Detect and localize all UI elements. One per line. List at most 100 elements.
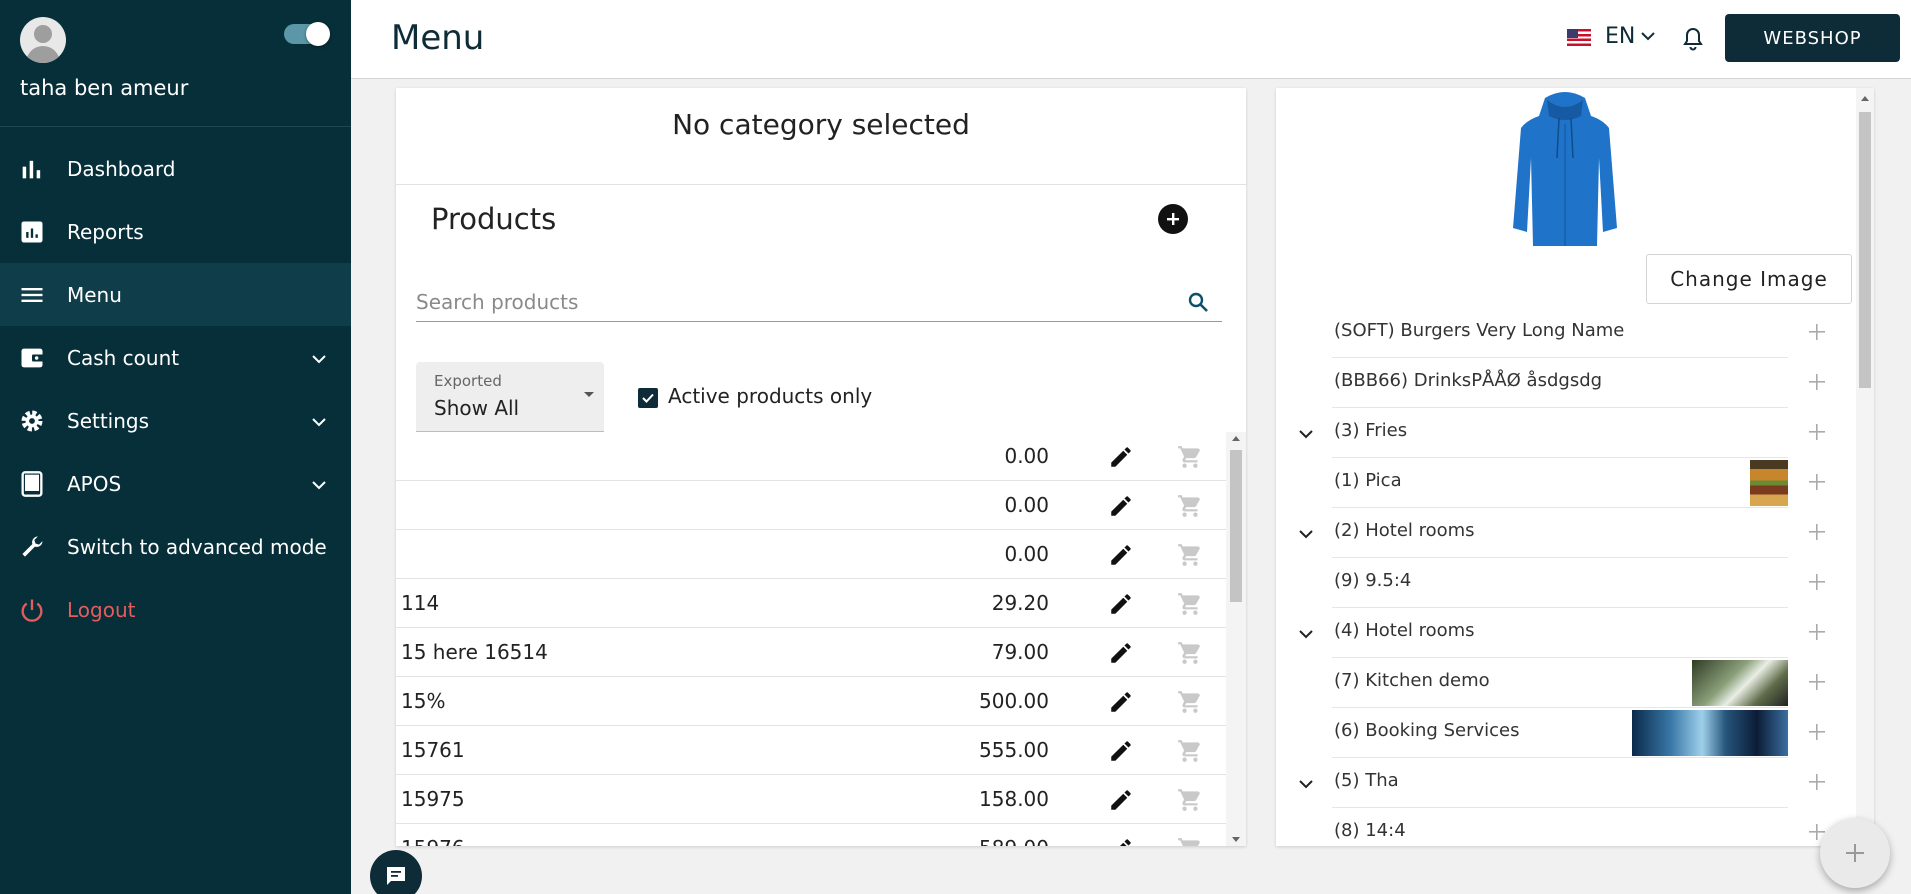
sidebar-item-label: Dashboard [67,156,176,181]
kitchen-thumbnail [1692,660,1788,706]
table-row: 0.00 [396,481,1226,530]
tree-item[interactable]: (BBB66) DrinksPÅÅØ åsdgsdg [1276,358,1854,408]
chevron-down-icon[interactable] [1296,524,1316,544]
tree-item-label: (4) Hotel rooms [1334,620,1475,641]
tree-item[interactable]: (8) 14:4 [1276,808,1854,846]
tree-item[interactable]: (4) Hotel rooms [1276,608,1854,658]
search-input[interactable] [416,284,1176,320]
active-products-checkbox[interactable] [638,388,658,408]
cart-icon[interactable] [1176,542,1204,568]
avatar[interactable] [20,17,66,63]
theme-toggle[interactable] [284,22,330,46]
chevron-down-icon[interactable] [1296,774,1316,794]
plus-icon[interactable] [1806,421,1828,443]
pencil-icon[interactable] [1108,640,1134,666]
sidebar-item-advanced-mode[interactable]: Switch to advanced mode [0,515,351,578]
add-floating-button[interactable] [1820,818,1890,888]
sidebar-item-cash-count[interactable]: Cash count [0,326,351,389]
plus-icon[interactable] [1806,471,1828,493]
tree-item-label: (1) Pica [1334,470,1402,491]
table-row: 0.00 [396,530,1226,579]
pencil-icon[interactable] [1108,836,1134,846]
cart-icon[interactable] [1176,493,1204,519]
sidebar-item-menu[interactable]: Menu [0,263,351,326]
tree-item[interactable]: (7) Kitchen demo [1276,658,1854,708]
tree-item[interactable]: (9) 9.5:4 [1276,558,1854,608]
tree-item[interactable]: (1) Pica [1276,458,1854,508]
plus-icon[interactable] [1806,671,1828,693]
product-name: 15761 [401,738,465,762]
chevron-down-icon[interactable] [1296,624,1316,644]
pencil-icon[interactable] [1108,493,1134,519]
pencil-icon[interactable] [1108,591,1134,617]
products-card: No category selected Products Exported S… [396,88,1246,846]
category-tree: (SOFT) Burgers Very Long Name (BBB66) Dr… [1276,308,1854,846]
sidebar-item-settings[interactable]: Settings [0,389,351,452]
cart-icon[interactable] [1176,591,1204,617]
plus-icon[interactable] [1806,371,1828,393]
pencil-icon[interactable] [1108,787,1134,813]
plus-icon[interactable] [1806,321,1828,343]
chevron-down-icon[interactable] [1296,424,1316,444]
pencil-icon[interactable] [1108,689,1134,715]
cart-icon[interactable] [1176,738,1204,764]
plus-icon[interactable] [1806,771,1828,793]
booking-thumbnail [1632,710,1788,756]
chevron-down-icon [312,354,326,363]
product-name: 15976 [401,836,465,846]
cart-icon[interactable] [1176,787,1204,813]
sidebar-item-logout[interactable]: Logout [0,578,351,641]
product-image-hoodie [1513,92,1617,246]
add-product-button[interactable] [1158,204,1188,234]
search-icon[interactable] [1186,290,1210,314]
sidebar-item-dashboard[interactable]: Dashboard [0,137,351,200]
webshop-button[interactable]: WEBSHOP [1725,14,1900,62]
sidebar-item-label: APOS [67,471,122,496]
pencil-icon[interactable] [1108,444,1134,470]
product-price: 0.00 [1004,444,1049,468]
wallet-icon [21,348,44,367]
tree-item-label: (9) 9.5:4 [1334,570,1412,591]
exported-filter-select[interactable]: Exported Show All [416,362,604,432]
sidebar-item-label: Switch to advanced mode [67,534,327,559]
wrench-icon [22,536,43,557]
table-row: 114 29.20 [396,579,1226,628]
sidebar-item-apos[interactable]: APOS [0,452,351,515]
tree-item[interactable]: (5) Tha [1276,758,1854,808]
table-row: 15 here 16514 79.00 [396,628,1226,677]
tree-item[interactable]: (3) Fries [1276,408,1854,458]
products-scrollbar[interactable] [1226,432,1246,846]
cart-icon[interactable] [1176,444,1204,470]
page-title: Menu [391,18,485,58]
cart-icon[interactable] [1176,689,1204,715]
plus-icon[interactable] [1806,621,1828,643]
plus-icon[interactable] [1806,721,1828,743]
bell-icon[interactable] [1681,26,1705,52]
tree-item[interactable]: (6) Booking Services [1276,708,1854,758]
tree-item-label: (6) Booking Services [1334,720,1520,741]
product-price: 0.00 [1004,493,1049,517]
product-price: 158.00 [979,787,1049,811]
cart-icon[interactable] [1176,836,1204,846]
tree-item-label: (8) 14:4 [1334,820,1406,841]
product-name: 15 here 16514 [401,640,548,664]
plus-icon[interactable] [1806,571,1828,593]
pencil-icon[interactable] [1108,542,1134,568]
pencil-icon[interactable] [1108,738,1134,764]
plus-icon[interactable] [1806,521,1828,543]
product-name: 15% [401,689,446,713]
sidebar-item-reports[interactable]: Reports [0,200,351,263]
chat-button[interactable] [370,850,422,894]
tree-scrollbar[interactable] [1856,88,1874,846]
cart-icon[interactable] [1176,640,1204,666]
gear-icon [21,410,43,431]
sidebar-item-label: Logout [67,597,136,622]
language-selector[interactable]: EN [1605,24,1656,49]
tree-item-label: (3) Fries [1334,420,1408,441]
change-image-button[interactable]: Change Image [1646,254,1852,304]
sidebar-item-label: Reports [67,219,144,244]
product-name: 114 [401,591,440,615]
tree-item[interactable]: (2) Hotel rooms [1276,508,1854,558]
tree-item[interactable]: (SOFT) Burgers Very Long Name [1276,308,1854,358]
product-price: 500.00 [979,689,1049,713]
